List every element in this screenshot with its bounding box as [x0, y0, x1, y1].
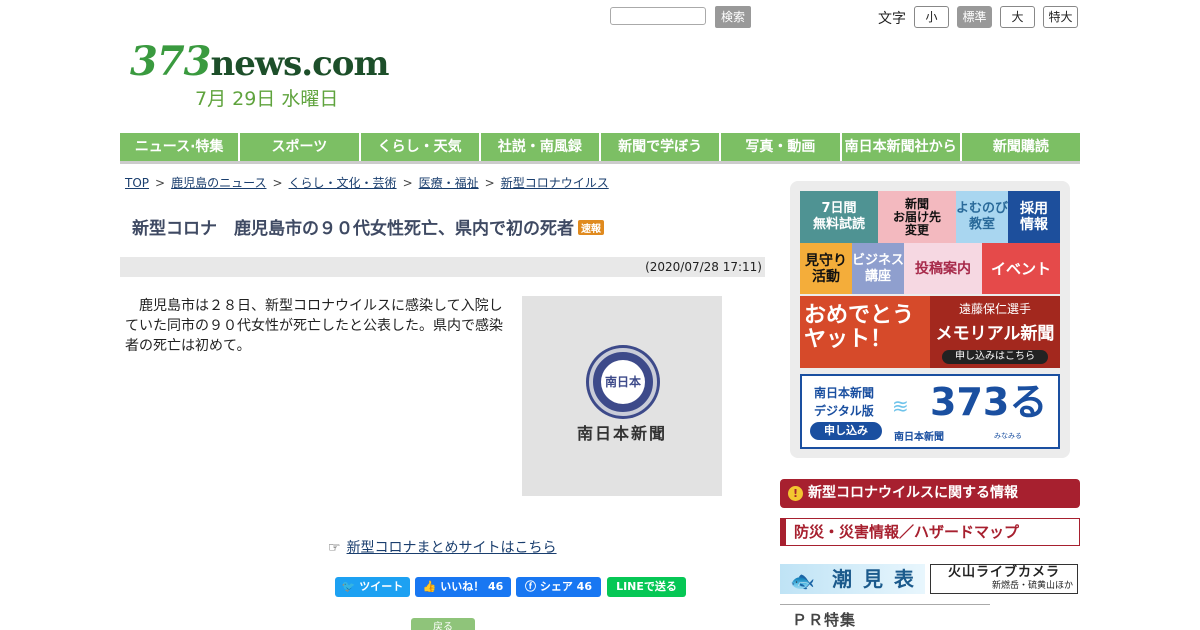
- back-button[interactable]: 戻る: [411, 618, 475, 630]
- like-label: いいね！ 46: [440, 580, 504, 593]
- thumbs-up-icon: 👍: [422, 580, 437, 593]
- breaking-badge: 速報: [578, 220, 604, 235]
- current-date: 7月 29日 水曜日: [195, 88, 339, 110]
- digital-edition-banner[interactable]: 南日本新聞 デジタル版 申し込み ≋ 373る 南日本新聞 みなみる: [800, 374, 1060, 449]
- nav-item-company[interactable]: 南日本新聞社から: [841, 133, 960, 161]
- font-size-small-button[interactable]: 小: [914, 6, 949, 28]
- logo-domain: news.com: [210, 44, 390, 84]
- breadcrumb: TOP > 鹿児島のニュース > くらし・文化・芸術 > 医療・福祉 > 新型コ…: [125, 174, 609, 191]
- search-input[interactable]: [610, 7, 706, 25]
- digital-line1: 南日本新聞: [814, 386, 875, 400]
- breadcrumb-kagoshima-news[interactable]: 鹿児島のニュース: [171, 174, 266, 191]
- article-title-text: 新型コロナ 鹿児島市の９０代女性死亡、県内で初の死者: [132, 219, 574, 239]
- breadcrumb-corona[interactable]: 新型コロナウイルス: [501, 174, 609, 191]
- volcano-camera-title: 火山ライブカメラ: [947, 565, 1060, 580]
- font-size-large-button[interactable]: 大: [1000, 6, 1035, 28]
- breadcrumb-medical[interactable]: 医療・福祉: [419, 174, 479, 191]
- fish-icon: 🐟: [790, 569, 817, 593]
- logo-number: 373: [130, 38, 211, 85]
- breadcrumb-separator: >: [155, 175, 166, 190]
- photo-caption: 南日本新聞: [576, 424, 667, 443]
- corona-info-button[interactable]: ! 新型コロナウイルスに関する情報: [780, 479, 1080, 508]
- memorial-title: メモリアル新聞: [935, 324, 1055, 344]
- corona-info-label: 新型コロナウイルスに関する情報: [808, 485, 1018, 501]
- font-size-label: 文字: [878, 11, 906, 27]
- memorial-banner-left: おめでとう ヤット！: [800, 296, 930, 368]
- breadcrumb-top[interactable]: TOP: [125, 176, 149, 190]
- site-logo[interactable]: 373news.com: [130, 38, 390, 85]
- memorial-banner-right: 遠藤保仁選手 メモリアル新聞 申し込みはこちら: [930, 296, 1060, 368]
- digital-sub: 南日本新聞: [894, 432, 944, 443]
- font-size-xlarge-button[interactable]: 特大: [1043, 6, 1078, 28]
- exclamation-icon: !: [788, 486, 803, 501]
- memorial-cta: 申し込みはこちら: [942, 350, 1048, 364]
- disaster-info-link[interactable]: 防災・災害情報／ハザードマップ: [780, 518, 1080, 546]
- sidebar-mimamori[interactable]: 見守り 活動: [800, 243, 852, 294]
- digital-logo: 373る: [930, 380, 1048, 424]
- pr-section-title: ＰＲ特集: [792, 611, 857, 629]
- digital-cta: 申し込み: [810, 422, 882, 440]
- nav-item-subscribe[interactable]: 新聞購読: [961, 133, 1080, 161]
- tide-table-label: 潮 見 表: [832, 567, 916, 591]
- corona-summary-link[interactable]: 新型コロナまとめサイトはこちら: [347, 540, 557, 556]
- sidebar-trial-reading[interactable]: 7日間 無料試読: [800, 191, 878, 243]
- article-title: 新型コロナ 鹿児島市の９０代女性死亡、県内で初の死者 速報: [132, 214, 604, 239]
- sidebar-event[interactable]: イベント: [982, 243, 1060, 294]
- font-size-standard-button[interactable]: 標準: [957, 6, 992, 28]
- summary-link-row: ☞ 新型コロナまとめサイトはこちら: [328, 537, 557, 557]
- nav-item-life[interactable]: くらし・天気: [360, 133, 479, 161]
- main-nav: ニュース·特集 スポーツ くらし・天気 社説・南風録 新聞で学ぼう 写真・動画 …: [120, 133, 1080, 164]
- volcano-camera-sub: 新燃岳・硫黄山ほか: [991, 581, 1073, 591]
- nav-item-sports[interactable]: スポーツ: [240, 133, 359, 161]
- nav-item-editorial[interactable]: 社説・南風録: [480, 133, 599, 161]
- line-share-button[interactable]: LINEで送る: [607, 577, 686, 597]
- sidebar-delivery-change[interactable]: 新聞 お届け先 変更: [878, 191, 956, 243]
- breadcrumb-life-culture[interactable]: くらし・文化・芸術: [289, 174, 397, 191]
- sidebar-business-course[interactable]: ビジネス 講座: [852, 243, 904, 294]
- fb-share-label: シェア 46: [539, 580, 592, 593]
- tide-table-banner[interactable]: 🐟 潮 見 表: [780, 564, 925, 594]
- breadcrumb-separator: >: [402, 175, 413, 190]
- memorial-player-name: 遠藤保仁選手: [958, 302, 1031, 316]
- facebook-share-button[interactable]: ⓕ シェア 46: [516, 577, 601, 597]
- digital-line2: デジタル版: [814, 404, 874, 418]
- article-timestamp: (2020/07/28 17:11): [120, 257, 765, 277]
- facebook-icon: ⓕ: [525, 580, 536, 593]
- volcano-camera-banner[interactable]: 火山ライブカメラ 新燃岳・硫黄山ほか: [930, 564, 1078, 594]
- memorial-banner[interactable]: おめでとう ヤット！ 遠藤保仁選手 メモリアル新聞 申し込みはこちら: [800, 296, 1060, 368]
- article-body: 鹿児島市は２８日、新型コロナウイルスに感染して入院していた同市の９０代女性が死亡…: [125, 298, 503, 354]
- nav-item-news[interactable]: ニュース·特集: [120, 133, 239, 161]
- pointing-hand-icon: ☞: [328, 540, 341, 556]
- breadcrumb-separator: >: [272, 175, 283, 190]
- line-label: LINEで送る: [616, 580, 677, 593]
- nav-item-learning[interactable]: 新聞で学ぼう: [601, 133, 720, 161]
- nav-item-photo-video[interactable]: 写真・動画: [721, 133, 840, 161]
- newspaper-emblem-icon: 南日本: [589, 348, 657, 416]
- wave-icon: ≋: [892, 394, 909, 418]
- article-photo[interactable]: 南日本 南日本新聞: [522, 296, 722, 496]
- twitter-icon: 🐦: [341, 580, 356, 593]
- pr-divider: [780, 604, 990, 605]
- breadcrumb-separator: >: [484, 175, 495, 190]
- sidebar-yomunobi[interactable]: よむのび 教室: [956, 191, 1008, 243]
- like-button[interactable]: 👍 いいね！ 46: [415, 577, 511, 597]
- emblem-text: 南日本: [601, 360, 645, 404]
- tweet-label: ツイート: [359, 580, 404, 593]
- tweet-button[interactable]: 🐦 ツイート: [335, 577, 410, 597]
- sidebar-recruit[interactable]: 採用 情報: [1008, 191, 1060, 243]
- search-button[interactable]: 検索: [715, 6, 751, 28]
- sidebar-submission-guide[interactable]: 投稿案内: [904, 243, 982, 294]
- digital-small: みなみる: [994, 432, 1022, 440]
